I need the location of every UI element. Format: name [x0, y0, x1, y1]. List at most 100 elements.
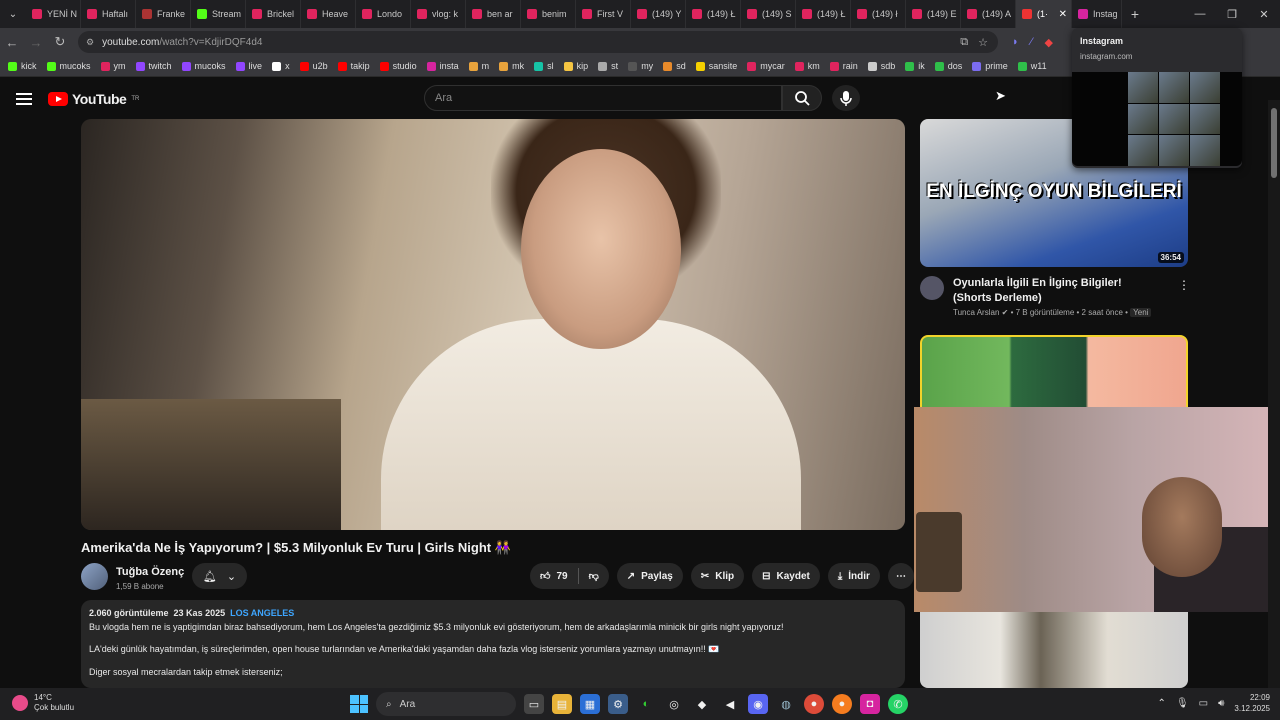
more-actions-button[interactable]: ⋯ — [887, 563, 914, 589]
microphone-icon[interactable]: 🎙︎ — [1176, 698, 1189, 709]
bookmark-item[interactable]: twitch — [135, 61, 172, 71]
bookmark-item[interactable]: mucoks — [46, 61, 91, 71]
bookmark-item[interactable]: takip — [337, 61, 370, 71]
bookmark-item[interactable]: mycar — [747, 61, 785, 71]
channel-avatar[interactable] — [920, 276, 944, 300]
channel-name[interactable]: Tuğba Özenç — [116, 566, 184, 578]
windows-start-icon[interactable] — [350, 695, 368, 713]
bookmark-item[interactable]: dos — [934, 61, 962, 71]
extension-icon[interactable]: ⁄ — [1031, 36, 1033, 49]
bookmark-item[interactable]: ym — [100, 61, 126, 71]
recommended-video-title[interactable]: Oyunlarla İlgili En İlginç Bilgiler! (Sh… — [953, 276, 1163, 306]
bookmark-item[interactable]: st — [598, 61, 618, 71]
search-button[interactable] — [782, 85, 822, 111]
bookmark-item[interactable]: kip — [563, 61, 588, 71]
browser-tab[interactable]: vlog: k — [411, 0, 466, 28]
browser-tab[interactable]: YENİ N — [26, 0, 81, 28]
browser-tab[interactable]: (149) Ł — [796, 0, 851, 28]
bookmark-item[interactable]: prime — [972, 61, 1008, 71]
browser-tab[interactable]: Haftalı — [81, 0, 136, 28]
store-icon[interactable]: ▦ — [580, 694, 600, 714]
browser-tab[interactable]: Brickel — [246, 0, 301, 28]
browser-tab[interactable]: ben ar — [466, 0, 521, 28]
browser-tab[interactable]: Heave — [301, 0, 356, 28]
bookmark-item[interactable]: ik — [905, 61, 925, 71]
save-button[interactable]: ⊟ Kaydet — [752, 563, 820, 589]
settings-icon[interactable]: ⚙ — [608, 694, 628, 714]
browser-tab[interactable]: Franke — [136, 0, 191, 28]
location-tag[interactable]: LOS ANGELES — [230, 608, 294, 618]
site-info-icon[interactable]: ⚙ — [86, 37, 94, 48]
dislike-button[interactable]: 👎︎ — [579, 570, 609, 582]
close-tab-icon[interactable]: ✕ — [1059, 9, 1067, 20]
instagram-icon[interactable]: ◘ — [860, 694, 880, 714]
share-button[interactable]: ↗ Paylaş — [616, 563, 683, 589]
task-view-icon[interactable]: ▭ — [524, 694, 544, 714]
browser-tab[interactable]: First V — [576, 0, 631, 28]
bookmark-star-icon[interactable]: ☆ — [978, 36, 988, 49]
youtube-logo[interactable]: YouTube TR — [48, 91, 139, 107]
bookmark-item[interactable]: sl — [534, 61, 554, 71]
browser-tab[interactable]: (149) ł — [851, 0, 906, 28]
scrollbar-thumb[interactable] — [1271, 108, 1277, 178]
whatsapp-icon[interactable]: ✆ — [888, 694, 908, 714]
channel-avatar[interactable] — [81, 563, 108, 590]
discord-icon[interactable]: ◉ — [748, 694, 768, 714]
taskbar-clock[interactable]: 22:09 3.12.2025 — [1234, 692, 1270, 714]
extension-icon[interactable]: ◆ — [1045, 36, 1053, 49]
bookmark-item[interactable]: m — [468, 61, 489, 71]
nvidia-icon[interactable]: ◐ — [636, 694, 656, 714]
new-tab-button[interactable]: + — [1122, 6, 1148, 22]
bookmark-item[interactable]: kick — [8, 61, 37, 71]
channel-name[interactable]: Tunca Arslan — [953, 308, 999, 317]
url-field[interactable]: ⚙ youtube.com/watch?v=KdjirDQF4d4 ⧉ ☆ — [78, 31, 998, 53]
subscribed-button[interactable]: 🔔︎ ⌄ — [192, 563, 247, 589]
bookmark-item[interactable]: w11 — [1017, 61, 1047, 71]
voice-search-button[interactable] — [832, 85, 860, 111]
install-app-icon[interactable]: ⧉ — [960, 36, 968, 49]
bookmark-item[interactable]: rain — [829, 61, 858, 71]
browser-tab[interactable]: benim — [521, 0, 576, 28]
bookmark-item[interactable]: my — [628, 61, 653, 71]
recommended-video-thumbnail[interactable] — [920, 612, 1188, 688]
game-launcher-icon[interactable]: ◀ — [720, 694, 740, 714]
weather-widget[interactable]: 14°C Çok bulutlu — [12, 693, 74, 713]
bookmark-item[interactable]: sdb — [867, 61, 895, 71]
maximize-button[interactable]: ❐ — [1216, 8, 1248, 21]
bookmark-item[interactable]: studio — [379, 61, 417, 71]
reload-icon[interactable]: ↻ — [48, 34, 72, 50]
browser-tab[interactable]: (149) A — [961, 0, 1016, 28]
chrome-icon[interactable]: ● — [804, 694, 824, 714]
like-button[interactable]: 👍︎ 79 — [530, 570, 578, 583]
browser-tab[interactable]: Londo — [356, 0, 411, 28]
browser-tab[interactable]: Stream — [191, 0, 246, 28]
bookmark-item[interactable]: mucoks — [181, 61, 226, 71]
tab-instagram[interactable]: Instag — [1072, 0, 1122, 28]
browser-tab[interactable]: (149) E — [906, 0, 961, 28]
file-explorer-icon[interactable]: ▤ — [552, 694, 572, 714]
tab-search-icon[interactable]: ⌄ — [0, 0, 26, 28]
bookmark-item[interactable]: u2b — [299, 61, 328, 71]
video-description[interactable]: 2.060 görüntüleme 23 Kas 2025 LOS ANGELE… — [81, 600, 905, 688]
network-icon[interactable]: ▭ — [1199, 698, 1208, 709]
steam-icon[interactable]: ◍ — [776, 694, 796, 714]
video-player[interactable] — [81, 119, 905, 530]
browser-tab[interactable]: (149) Ł — [686, 0, 741, 28]
extension-icon[interactable]: ◗ — [1012, 36, 1019, 49]
volume-icon[interactable]: 🔊︎ — [1218, 698, 1224, 709]
firefox-icon[interactable]: ● — [832, 694, 852, 714]
minimize-button[interactable]: — — [1184, 8, 1216, 21]
bookmark-item[interactable]: sd — [663, 61, 686, 71]
bookmark-item[interactable]: insta — [426, 61, 459, 71]
recommended-video-thumbnail[interactable] — [920, 335, 1188, 407]
bookmark-item[interactable]: x — [272, 61, 290, 71]
taskbar-search[interactable]: ⌕ Ara — [376, 692, 516, 716]
download-button[interactable]: ⤓ İndir — [827, 563, 880, 589]
bookmark-item[interactable]: km — [794, 61, 820, 71]
clip-button[interactable]: ✂ Klip — [690, 563, 745, 589]
bookmark-item[interactable]: sansite — [695, 61, 737, 71]
bookmark-item[interactable]: live — [235, 61, 262, 71]
github-icon[interactable]: ◎ — [664, 694, 684, 714]
more-vertical-icon[interactable]: ⋮ — [1178, 278, 1190, 292]
forward-icon[interactable]: → — [24, 35, 48, 50]
